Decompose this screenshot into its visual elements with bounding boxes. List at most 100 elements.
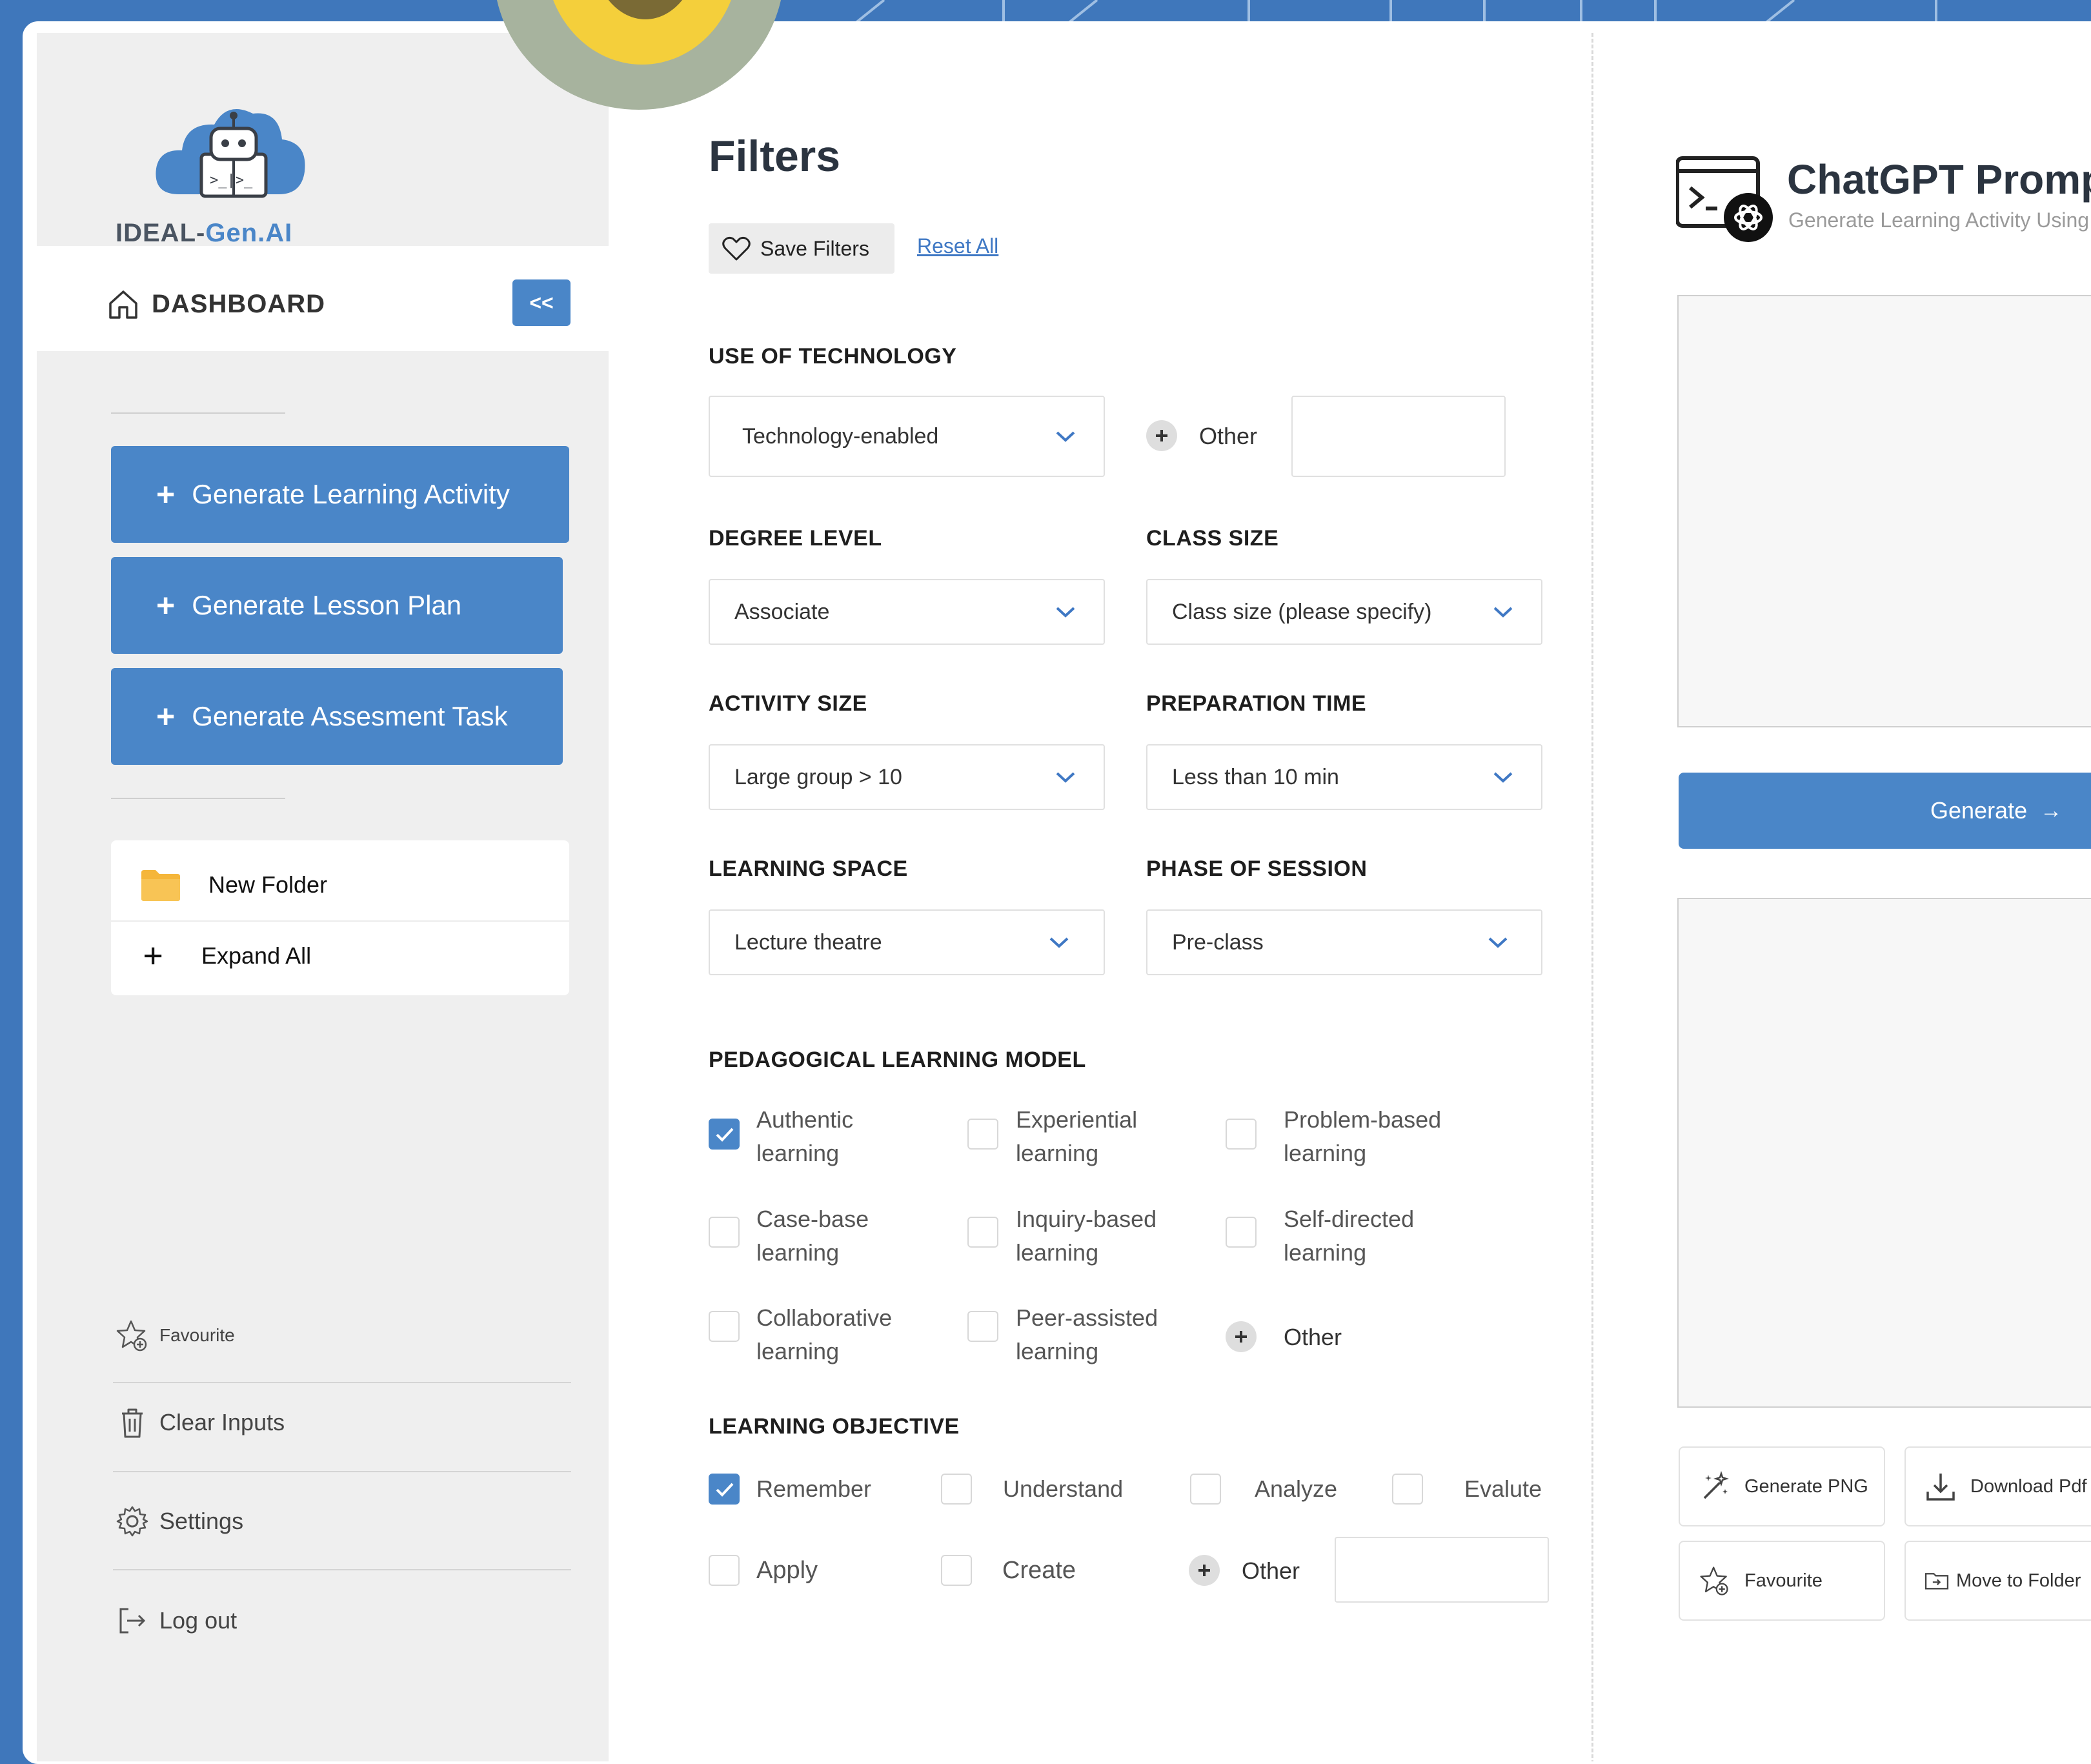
reset-all-link[interactable]: Reset All xyxy=(917,234,998,258)
understand-label: Understand xyxy=(1003,1475,1124,1502)
download-pdf-button[interactable]: Download Pdf xyxy=(1904,1446,2091,1526)
arrow-right-icon: → xyxy=(2040,798,2063,823)
favourite-label: Favourite xyxy=(159,1325,235,1345)
understand-checkbox[interactable] xyxy=(941,1474,972,1505)
divider xyxy=(113,1569,571,1570)
other-model-label: Other xyxy=(1284,1324,1342,1350)
collaborative-learning-label: Collaborative learning xyxy=(756,1304,893,1364)
plus-icon xyxy=(1235,1331,1247,1343)
peer-assisted-learning-checkbox[interactable] xyxy=(967,1311,998,1342)
generate-learning-activity-button[interactable]: + Generate Learning Activity xyxy=(111,446,569,543)
problem-based-learning-checkbox[interactable] xyxy=(1226,1119,1257,1150)
save-filters-button[interactable]: Save Filters xyxy=(709,223,894,274)
evaluate-checkbox[interactable] xyxy=(1392,1474,1423,1505)
gear-icon xyxy=(116,1506,148,1537)
create-checkbox[interactable] xyxy=(941,1555,972,1586)
generate-lesson-plan-button[interactable]: + Generate Lesson Plan xyxy=(111,557,563,654)
logout-link[interactable]: Log out xyxy=(114,1603,237,1639)
star-add-icon xyxy=(1700,1566,1728,1596)
chevron-down-icon xyxy=(1056,607,1075,618)
peer-assisted-learning-label: Peer-assisted learning xyxy=(1016,1304,1158,1364)
dashboard-link[interactable]: DASHBOARD xyxy=(152,290,325,319)
generate-lesson-plan-label: Generate Lesson Plan xyxy=(192,590,462,620)
add-other-model-button[interactable] xyxy=(1226,1321,1257,1352)
other-technology-label: Other xyxy=(1199,423,1258,449)
prompt-textarea[interactable] xyxy=(1677,295,2091,727)
activity-size-select[interactable]: Large group > 10 xyxy=(709,744,1105,810)
clear-inputs-label: Clear Inputs xyxy=(159,1409,285,1435)
favourite-button[interactable]: Favourite xyxy=(1679,1541,1885,1621)
class-size-label: CLASS SIZE xyxy=(1146,526,1279,551)
expand-all-item[interactable]: Expand All xyxy=(111,920,569,991)
add-other-objective-button[interactable] xyxy=(1189,1555,1220,1586)
inquiry-based-learning-checkbox[interactable] xyxy=(967,1217,998,1248)
learning-space-select[interactable]: Lecture theatre xyxy=(709,909,1105,975)
logout-icon xyxy=(119,1608,146,1634)
generate-assessment-task-label: Generate Assesment Task xyxy=(192,701,508,731)
generate-label: Generate xyxy=(1930,797,2028,824)
collaborative-learning-checkbox[interactable] xyxy=(709,1311,740,1342)
use-of-technology-label: USE OF TECHNOLOGY xyxy=(709,344,957,369)
class-size-select[interactable]: Class size (please specify) xyxy=(1146,579,1542,645)
new-folder-label: New Folder xyxy=(208,871,328,898)
generate-png-label: Generate PNG xyxy=(1744,1475,1868,1497)
heart-icon xyxy=(722,236,751,261)
folder-move-icon xyxy=(1924,1573,1949,1590)
degree-level-value: Associate xyxy=(734,599,830,624)
phase-of-session-select[interactable]: Pre-class xyxy=(1146,909,1542,975)
generate-assessment-task-button[interactable]: + Generate Assesment Task xyxy=(111,668,563,765)
download-pdf-label: Download Pdf xyxy=(1970,1475,2087,1497)
clear-inputs-link[interactable]: Clear Inputs xyxy=(114,1404,285,1441)
degree-level-select[interactable]: Associate xyxy=(709,579,1105,645)
other-technology-input[interactable] xyxy=(1291,396,1506,477)
activity-size-label: ACTIVITY SIZE xyxy=(709,691,867,716)
plus-icon xyxy=(1156,430,1167,441)
chevron-down-icon xyxy=(1056,772,1075,783)
generate-button[interactable]: Generate → xyxy=(1679,773,2091,849)
preparation-time-value: Less than 10 min xyxy=(1172,764,1339,789)
preparation-time-select[interactable]: Less than 10 min xyxy=(1146,744,1542,810)
learning-space-label: LEARNING SPACE xyxy=(709,857,908,881)
favourite-link[interactable]: Favourite xyxy=(114,1317,235,1353)
download-icon xyxy=(1926,1474,1955,1501)
trash-icon xyxy=(122,1408,143,1438)
folder-icon xyxy=(141,870,180,901)
settings-label: Settings xyxy=(159,1508,244,1534)
other-objective-input[interactable] xyxy=(1335,1537,1549,1603)
divider xyxy=(113,1382,571,1383)
settings-link[interactable]: Settings xyxy=(114,1503,243,1539)
filters-title: Filters xyxy=(709,132,841,181)
authentic-learning-label: Authentic learning xyxy=(756,1106,854,1166)
case-base-learning-label: Case-base learning xyxy=(756,1206,869,1266)
generate-learning-activity-label: Generate Learning Activity xyxy=(192,479,510,509)
output-area[interactable] xyxy=(1677,898,2091,1408)
phase-of-session-label: PHASE OF SESSION xyxy=(1146,857,1368,881)
experiential-learning-checkbox[interactable] xyxy=(967,1119,998,1150)
analyze-label: Analyze xyxy=(1255,1475,1338,1502)
apply-checkbox[interactable] xyxy=(709,1555,740,1586)
generate-png-button[interactable]: Generate PNG xyxy=(1679,1446,1885,1526)
remember-checkbox[interactable] xyxy=(709,1474,740,1505)
use-of-technology-select[interactable]: Technology-enabled xyxy=(709,396,1105,477)
move-to-folder-button[interactable]: Move to Folder xyxy=(1904,1541,2091,1621)
divider xyxy=(111,412,285,414)
sidebar: >_|>_ IDEAL-Gen.AI DASHBOARD << + Genera… xyxy=(37,33,609,1761)
add-other-technology-button[interactable] xyxy=(1146,420,1177,451)
authentic-learning-checkbox[interactable] xyxy=(709,1119,740,1150)
analyze-checkbox[interactable] xyxy=(1190,1474,1221,1505)
self-directed-learning-checkbox[interactable] xyxy=(1226,1217,1257,1248)
move-to-folder-label: Move to Folder xyxy=(1956,1570,2081,1591)
experiential-learning-label: Experiential learning xyxy=(1016,1106,1138,1166)
new-folder-item[interactable]: New Folder xyxy=(111,849,569,920)
pedagogical-model-label: PEDAGOGICAL LEARNING MODEL xyxy=(709,1048,1086,1072)
self-directed-learning-label: Self-directed learning xyxy=(1284,1206,1415,1266)
case-base-learning-checkbox[interactable] xyxy=(709,1217,740,1248)
save-filters-label: Save Filters xyxy=(760,236,869,260)
dashboard-bar: DASHBOARD << xyxy=(37,246,609,351)
star-add-icon xyxy=(116,1320,147,1352)
plus-icon xyxy=(145,947,162,965)
collapse-sidebar-button[interactable]: << xyxy=(512,279,571,326)
divider xyxy=(111,798,285,799)
remember-label: Remember xyxy=(756,1475,872,1502)
plus-icon xyxy=(1198,1565,1210,1576)
